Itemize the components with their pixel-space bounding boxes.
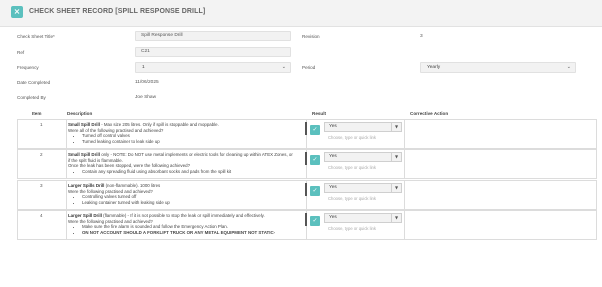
revision-label: Revision: [302, 34, 320, 39]
chevron-down-icon[interactable]: ▼: [391, 153, 401, 161]
date-completed-value: 11/06/2025: [135, 80, 159, 85]
result-select[interactable]: Yes ▼: [324, 122, 402, 132]
revision-value: 3: [420, 34, 423, 39]
page-title: CHECK SHEET RECORD [SPILL RESPONSE DRILL…: [29, 8, 206, 15]
result-select[interactable]: Yes ▼: [324, 183, 402, 193]
item-number: 3: [40, 183, 43, 188]
list-item: Contain any spreading fluid using absorb…: [82, 169, 306, 175]
result-indicator: [305, 122, 307, 135]
chevron-down-icon[interactable]: ▼: [391, 184, 401, 192]
column-header-corrective-action: Corrective Action: [410, 111, 449, 116]
item-number: 4: [40, 213, 43, 218]
list-item: Leaking container turned with leaking si…: [82, 200, 306, 206]
period-label: Period: [302, 65, 316, 70]
column-header-result: Result: [312, 111, 327, 116]
column-header-description: Description: [67, 111, 93, 116]
check-icon[interactable]: ✓: [310, 186, 320, 196]
close-icon[interactable]: ×: [11, 6, 23, 18]
result-hint: Choose, type or quick link: [328, 196, 376, 201]
item-description: Small Spill Drill - Max size 205 litres.…: [68, 122, 306, 144]
date-completed-label: Date Completed: [17, 80, 51, 85]
result-indicator: [305, 213, 307, 226]
result-hint: Choose, type or quick link: [328, 135, 376, 140]
chevron-down-icon[interactable]: ▼: [391, 214, 401, 222]
result-select[interactable]: Yes ▼: [324, 213, 402, 223]
check-icon[interactable]: ✓: [310, 155, 320, 165]
frequency-select[interactable]: 1 ⌄: [135, 62, 291, 73]
result-select[interactable]: Yes ▼: [324, 152, 402, 162]
table-row: 3 Larger Spills Drill (non-flammable). 1…: [17, 180, 597, 210]
check-sheet-title-label: Check Sheet Title*: [17, 34, 55, 39]
item-description: Larger Spills Drill (non-flammable). 100…: [68, 183, 306, 205]
check-icon[interactable]: ✓: [310, 125, 320, 135]
item-number: 2: [40, 152, 43, 157]
list-item: Turned leaking container to leak side up: [82, 139, 306, 145]
check-sheet-title-field[interactable]: Spill Response Drill: [135, 31, 291, 41]
result-hint: Choose, type or quick link: [328, 165, 376, 170]
item-number: 1: [40, 122, 43, 127]
result-hint: Choose, type or quick link: [328, 226, 376, 231]
result-indicator: [305, 152, 307, 165]
table-row: 2 Small Spill Drill only - NOTE: Do NOT …: [17, 149, 597, 179]
item-description: Larger Spill Drill (flammable) - If it i…: [68, 213, 306, 235]
completed-by-label: Completed By: [17, 95, 46, 100]
frequency-value: 1: [142, 65, 145, 70]
chevron-down-icon: ⌄: [281, 64, 286, 70]
checklist-table: 1 Small Spill Drill - Max size 205 litre…: [17, 119, 597, 241]
ref-label: Ref: [17, 50, 25, 55]
table-row: 1 Small Spill Drill - Max size 205 litre…: [17, 119, 597, 149]
table-row: 4 Larger Spill Drill (flammable) - If it…: [17, 210, 597, 240]
check-icon[interactable]: ✓: [310, 216, 320, 226]
period-value: Yearly: [427, 65, 441, 70]
period-select[interactable]: Yearly ⌄: [420, 62, 576, 73]
ref-field[interactable]: C21: [135, 47, 291, 57]
frequency-label: Frequency: [17, 65, 39, 70]
page-header: × CHECK SHEET RECORD [SPILL RESPONSE DRI…: [0, 0, 602, 27]
column-header-item: Item: [32, 111, 42, 116]
item-description: Small Spill Drill only - NOTE: Do NOT us…: [68, 152, 306, 174]
chevron-down-icon: ⌄: [566, 64, 571, 70]
completed-by-value: Joe Shaw: [135, 95, 157, 100]
chevron-down-icon[interactable]: ▼: [391, 123, 401, 131]
list-item: ON NOT ACCOUNT SHOULD A FORKLIFT TRUCK O…: [82, 230, 306, 236]
result-indicator: [305, 183, 307, 196]
